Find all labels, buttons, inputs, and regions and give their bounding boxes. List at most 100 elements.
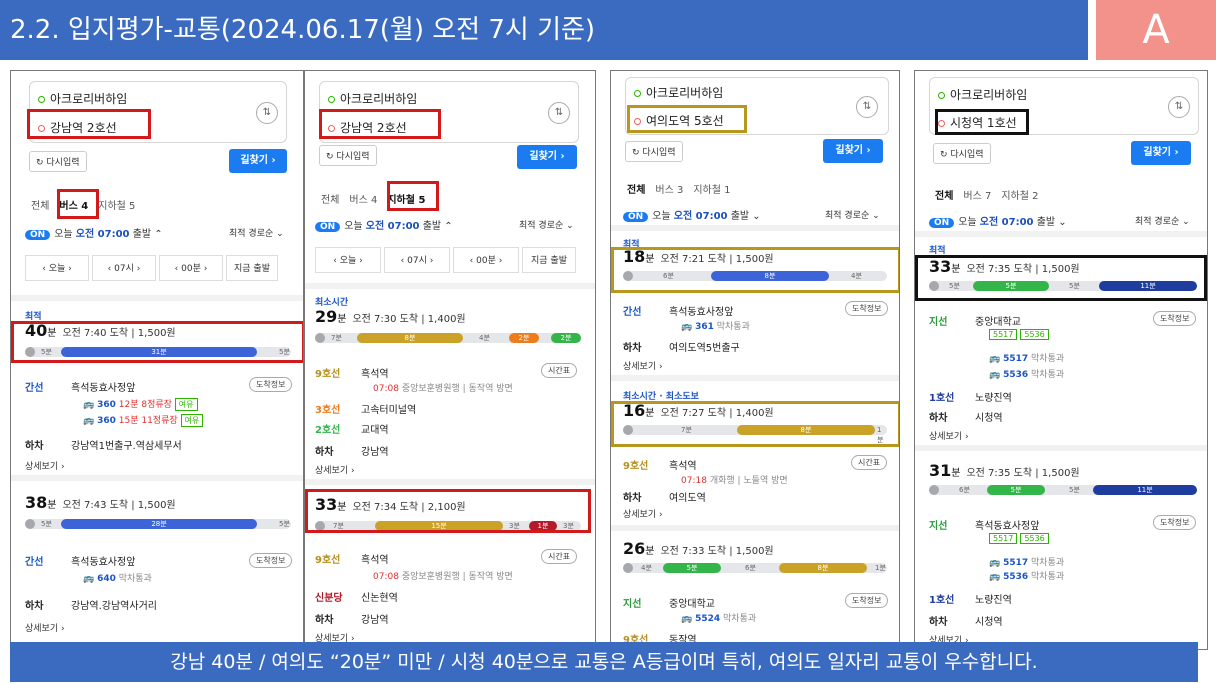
depart-now-button[interactable]: 지금 출발	[522, 247, 576, 273]
minute-selector[interactable]: ‹ 00분 ›	[159, 255, 223, 281]
arrival-info-button[interactable]: 도착정보	[845, 301, 889, 316]
departure-time-row[interactable]: ON 오늘 오전 07:00 출발 ⌃	[315, 217, 453, 232]
departure-time-row[interactable]: ON 오늘 오전 07:00 출발 ⌃	[25, 225, 163, 240]
departure-time-row[interactable]: ON 오늘 오전 07:00 출발 ⌄	[929, 213, 1067, 228]
day-selector[interactable]: ‹ 오늘 ›	[25, 255, 89, 281]
sort-dropdown[interactable]: 최적 경로순 ⌄	[1135, 214, 1190, 227]
alight-step: 하차 강남역	[315, 447, 389, 458]
divider	[915, 231, 1207, 237]
route-summary[interactable]: 18분 오전 7:21 도착 | 1,500원	[623, 247, 774, 266]
tab-all[interactable]: 전체	[627, 185, 645, 196]
swap-icon[interactable]: ⇅	[548, 102, 570, 124]
retry-button[interactable]: ↻ 다시입력	[933, 143, 991, 164]
route-summary[interactable]: 31분 오전 7:35 도착 | 1,500원	[929, 461, 1080, 480]
sort-dropdown[interactable]: 최적 경로순 ⌄	[519, 218, 574, 231]
arrival-info-button[interactable]: 도착정보	[845, 593, 889, 608]
destination-dot-icon	[634, 118, 641, 125]
alight-step: 하차 강남역.강남역사거리	[25, 601, 157, 612]
tab-all[interactable]: 전체	[321, 195, 339, 206]
route-time-bar: 5분 31분 5분	[25, 347, 291, 357]
walk-icon	[929, 485, 939, 495]
detail-link[interactable]: 상세보기 ›	[25, 621, 65, 634]
bus-option: 🚌 640 막차통과	[83, 574, 152, 584]
bus-segment: 31분	[61, 347, 257, 357]
line1-segment: 11분	[1093, 485, 1197, 495]
detail-link[interactable]: 상세보기 ›	[315, 463, 355, 476]
destination-field[interactable]: 강남역 2호선	[38, 119, 117, 136]
retry-button[interactable]: ↻ 다시입력	[29, 151, 87, 172]
line3-segment: 2분	[509, 333, 539, 343]
bus-segment: 8분	[711, 271, 829, 281]
tab-subway[interactable]: 지하철 1	[693, 185, 730, 196]
detail-link[interactable]: 상세보기 ›	[25, 459, 65, 472]
detail-link[interactable]: 상세보기 ›	[929, 429, 969, 442]
route-time-bar: 6분 5분 5분 11분	[929, 485, 1197, 495]
tab-bus[interactable]: 버스 7	[963, 191, 991, 202]
hour-selector[interactable]: ‹ 07시 ›	[384, 247, 450, 273]
route-input-box[interactable]: 아크로리버하임 강남역 2호선 ⇅	[319, 81, 579, 143]
route-input-box[interactable]: 아크로리버하임 강남역 2호선 ⇅	[29, 81, 287, 143]
find-route-button[interactable]: 길찾기 ›	[229, 149, 287, 173]
route-panel-gangnam-subway: 아크로리버하임 강남역 2호선 ⇅ ↻ 다시입력 길찾기 › 전체 버스 4 지하철…	[304, 70, 596, 650]
arrival-info-button[interactable]: 도착정보	[1153, 311, 1197, 326]
route-summary[interactable]: 38분 오전 7:43 도착 | 1,500원	[25, 493, 176, 512]
timetable-button[interactable]: 시간표	[851, 455, 888, 470]
tab-all[interactable]: 전체	[935, 191, 953, 202]
tab-bus[interactable]: 버스 3	[655, 185, 683, 196]
hour-selector[interactable]: ‹ 07시 ›	[92, 255, 156, 281]
bus-segment: 28분	[61, 519, 257, 529]
find-route-button[interactable]: 길찾기 ›	[823, 139, 883, 163]
route-panel-yeouido: 아크로리버하임 여의도역 5호선 ⇅ ↻ 다시입력 길찾기 › 전체 버스 3 지하…	[610, 70, 900, 650]
swap-icon[interactable]: ⇅	[1168, 96, 1190, 118]
tab-all[interactable]: 전체	[31, 201, 49, 212]
detail-link[interactable]: 상세보기 ›	[623, 507, 663, 520]
day-selector[interactable]: ‹ 오늘 ›	[315, 247, 381, 273]
line9-segment: 15분	[375, 521, 503, 531]
timetable-button[interactable]: 시간표	[541, 363, 578, 378]
arrival-info-button[interactable]: 도착정보	[249, 553, 293, 568]
route-summary[interactable]: 16분 오전 7:27 도착 | 1,400원	[623, 401, 774, 420]
route-summary[interactable]: 33분 오전 7:35 도착 | 1,500원	[929, 257, 1080, 276]
arrival-info-button[interactable]: 도착정보	[249, 377, 293, 392]
tab-subway[interactable]: 지하철 5	[98, 201, 135, 212]
swap-icon[interactable]: ⇅	[256, 102, 278, 124]
retry-button[interactable]: ↻ 다시입력	[319, 145, 377, 166]
origin-field[interactable]: 아크로리버하임	[328, 90, 417, 107]
route-summary[interactable]: 26분 오전 7:33 도착 | 1,500원	[623, 539, 774, 558]
route-summary[interactable]: 29분 오전 7:30 도착 | 1,400원	[315, 307, 466, 326]
swap-icon[interactable]: ⇅	[856, 96, 878, 118]
boarding-step: 간선 흑석동효사정앞	[623, 307, 734, 318]
tab-bus[interactable]: 버스 4	[59, 201, 88, 212]
destination-field[interactable]: 시청역 1호선	[938, 114, 1017, 131]
minute-selector[interactable]: ‹ 00분 ›	[453, 247, 519, 273]
find-route-button[interactable]: 길찾기 ›	[1131, 141, 1191, 165]
tab-subway[interactable]: 지하철 2	[1001, 191, 1038, 202]
route-input-box[interactable]: 아크로리버하임 여의도역 5호선 ⇅	[625, 77, 889, 135]
tab-subway[interactable]: 지하철 5	[387, 195, 425, 206]
tab-bus[interactable]: 버스 4	[349, 195, 377, 206]
departure-time-row[interactable]: ON 오늘 오전 07:00 출발 ⌄	[623, 207, 761, 222]
destination-field[interactable]: 강남역 2호선	[328, 119, 407, 136]
route-summary[interactable]: 33분 오전 7:34 도착 | 2,100원	[315, 495, 466, 514]
divider	[611, 225, 899, 231]
origin-field[interactable]: 아크로리버하임	[38, 90, 127, 107]
divider	[305, 283, 595, 289]
route-summary[interactable]: 40분 오전 7:40 도착 | 1,500원	[25, 321, 176, 340]
detail-link[interactable]: 상세보기 ›	[623, 359, 663, 372]
origin-field[interactable]: 아크로리버하임	[634, 84, 723, 101]
destination-dot-icon	[938, 120, 945, 127]
timetable-button[interactable]: 시간표	[541, 549, 578, 564]
retry-button[interactable]: ↻ 다시입력	[625, 141, 683, 162]
walk-icon	[25, 519, 35, 529]
sort-dropdown[interactable]: 최적 경로순 ⌄	[229, 226, 284, 239]
summary-footer: 강남 40분 / 여의도 “20분” 미만 / 시청 40분으로 교통은 A등급…	[10, 642, 1198, 682]
depart-now-button[interactable]: 지금 출발	[226, 255, 278, 281]
arrival-info-button[interactable]: 도착정보	[1153, 515, 1197, 530]
alight-step: 하차 여의도역5번출구	[623, 343, 740, 354]
route-input-box[interactable]: 아크로리버하임 시청역 1호선 ⇅	[929, 77, 1199, 135]
route-tabs: 전체 버스 4 지하철 5	[321, 191, 435, 206]
destination-field[interactable]: 여의도역 5호선	[634, 112, 724, 129]
find-route-button[interactable]: 길찾기 ›	[517, 145, 577, 169]
origin-field[interactable]: 아크로리버하임	[938, 86, 1027, 103]
sort-dropdown[interactable]: 최적 경로순 ⌄	[825, 208, 880, 221]
